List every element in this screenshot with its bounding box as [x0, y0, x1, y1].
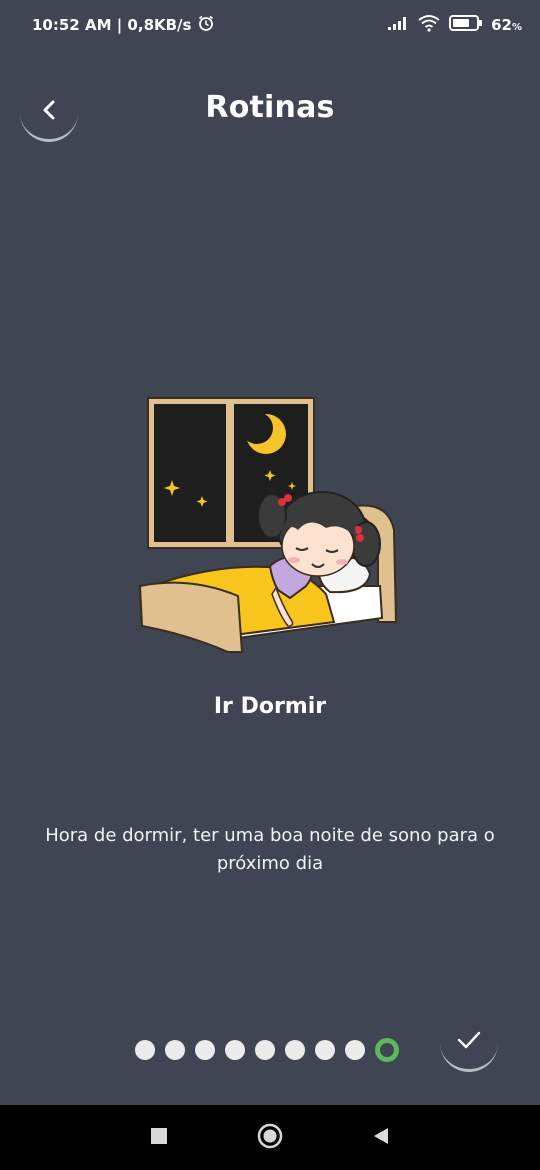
status-right: 62%: [387, 14, 522, 36]
pager-dot[interactable]: [225, 1040, 245, 1060]
home-button[interactable]: [257, 1123, 283, 1153]
back-nav-button[interactable]: [368, 1125, 394, 1151]
routine-description: Hora de dormir, ter uma boa noite de son…: [45, 825, 495, 874]
header: Rotinas: [0, 70, 540, 150]
pager-dots: [135, 1038, 399, 1062]
pager-dot[interactable]: [285, 1040, 305, 1060]
pager-dot[interactable]: [255, 1040, 275, 1060]
pager-dot[interactable]: [195, 1040, 215, 1060]
square-icon: [150, 1127, 168, 1149]
page-title: Rotinas: [205, 90, 335, 125]
routine-title: Ir Dormir: [213, 694, 327, 719]
triangle-back-icon: [371, 1126, 391, 1150]
recents-button[interactable]: [146, 1125, 172, 1151]
alarm-icon: [197, 14, 215, 36]
circle-icon: [257, 1123, 283, 1153]
status-time-speed: 10:52 AM | 0,8KB/s: [32, 16, 192, 34]
signal-icon: [387, 15, 409, 35]
pager-dot[interactable]: [135, 1040, 155, 1060]
check-icon: [456, 1029, 482, 1055]
battery-icon: [449, 14, 483, 36]
status-bar: 10:52 AM | 0,8KB/s 62%: [0, 0, 540, 50]
sleeping-girl-illustration: [130, 390, 410, 660]
wifi-icon: [417, 14, 441, 36]
system-nav-bar: [0, 1105, 540, 1170]
status-left: 10:52 AM | 0,8KB/s: [32, 14, 215, 36]
pager-dot[interactable]: [165, 1040, 185, 1060]
pager-dot[interactable]: [345, 1040, 365, 1060]
battery-level: 62%: [491, 16, 522, 34]
confirm-button[interactable]: [440, 1014, 498, 1072]
pager-dot[interactable]: [315, 1040, 335, 1060]
pager-dot-active[interactable]: [375, 1038, 399, 1062]
